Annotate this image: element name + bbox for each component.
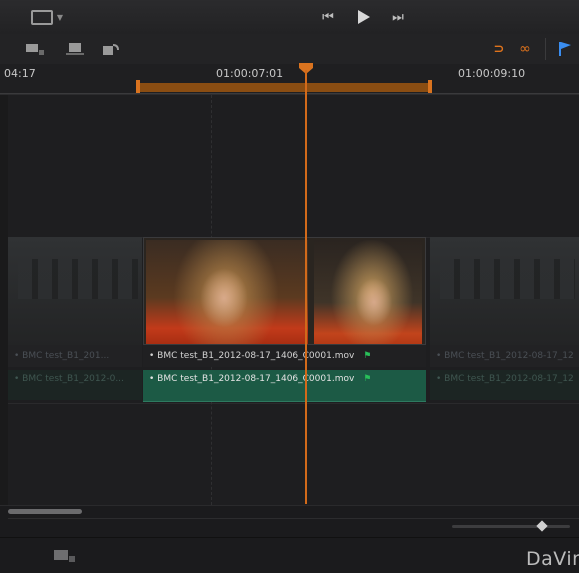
clip-dot: • — [149, 374, 158, 384]
play-button[interactable] — [352, 6, 376, 28]
snapping-toggle[interactable]: ⊃ — [490, 40, 508, 58]
left-audio-label: BMC test_B1_2012-0... — [22, 374, 124, 384]
divider — [0, 537, 579, 538]
window-grid-decor — [18, 259, 138, 299]
center-audio-label: BMC test_B1_2012-08-17_1406_C0001.mov — [157, 374, 355, 384]
view-mode-dropdown[interactable]: ▼ — [28, 8, 66, 26]
skip-back-icon: ⏮ — [322, 9, 334, 25]
right-audio-label: BMC test_B1_2012-08-17_12 — [444, 374, 574, 384]
insert-clip-button[interactable] — [24, 40, 46, 58]
left-video-label: BMC test_B1_201... — [22, 351, 110, 361]
timecode-mid: 01:00:07:01 — [216, 67, 284, 80]
link-icon: ∞ — [519, 41, 531, 57]
brand-logo-text: DaVin — [526, 548, 579, 570]
right-video-label-bar[interactable]: • BMC test_B1_2012-08-17_12 — [430, 345, 579, 367]
timecode-left: 04:17 — [4, 67, 36, 80]
clip-dot: • — [436, 374, 445, 384]
replace-clip-icon — [103, 44, 119, 55]
right-audio-clip[interactable]: • BMC test_B1_2012-08-17_12 — [430, 370, 579, 400]
insert-clip-icon — [26, 44, 44, 55]
chevron-down-icon: ▼ — [56, 12, 64, 22]
monitor-icon — [30, 9, 53, 25]
in-out-range[interactable] — [137, 83, 431, 92]
center-video-clip[interactable] — [143, 237, 426, 345]
center-video-label-bar[interactable]: • BMC test_B1_2012-08-17_1406_C0001.mov … — [143, 345, 426, 367]
left-audio-clip[interactable]: • BMC test_B1_2012-0... — [8, 370, 142, 400]
zoom-slider-thumb[interactable] — [536, 520, 548, 532]
timecode-ruler[interactable]: 04:17 01:00:07:01 01:00:09:10 — [0, 64, 579, 95]
media-pool-icon — [54, 550, 75, 562]
horizontal-scrollbar-thumb[interactable] — [8, 509, 82, 514]
zoom-slider-track[interactable] — [452, 525, 570, 528]
clip-thumbnail-left — [146, 240, 308, 344]
media-pool-button[interactable] — [52, 546, 78, 566]
linked-selection-toggle[interactable]: ∞ — [516, 40, 534, 58]
playhead-line[interactable] — [305, 70, 307, 504]
clip-dot: • — [14, 374, 23, 384]
out-point-marker[interactable] — [428, 80, 432, 93]
left-video-clip[interactable] — [8, 237, 142, 345]
magnet-icon: ⊃ — [493, 41, 505, 57]
left-video-label-bar[interactable]: • BMC test_B1_201... — [8, 345, 142, 367]
clip-dot: • — [436, 351, 445, 361]
track-divider — [8, 403, 579, 404]
window-grid-decor — [440, 259, 575, 299]
clip-dot: • — [149, 351, 158, 361]
right-video-clip[interactable] — [430, 237, 579, 345]
skip-forward-icon: ⏭ — [392, 9, 404, 25]
flag-icon: ⚑ — [363, 351, 372, 361]
replace-clip-button[interactable] — [100, 40, 122, 58]
clip-dot: • — [14, 351, 23, 361]
flag-button[interactable] — [556, 40, 574, 58]
skip-forward-button[interactable]: ⏭ — [386, 8, 410, 26]
flag-icon: ⚑ — [363, 374, 372, 384]
overwrite-clip-button[interactable] — [64, 40, 86, 58]
in-point-marker[interactable] — [136, 80, 140, 93]
overwrite-clip-icon — [66, 43, 84, 55]
toolbar-divider — [545, 38, 546, 60]
ruler-baseline — [0, 93, 579, 94]
divider — [8, 518, 579, 519]
edit-toolbar: ⊃ ∞ — [0, 34, 579, 65]
timecode-right: 01:00:09:10 — [458, 67, 526, 80]
center-audio-clip[interactable]: • BMC test_B1_2012-08-17_1406_C0001.mov … — [143, 370, 426, 402]
flag-icon — [559, 42, 571, 56]
right-video-label: BMC test_B1_2012-08-17_12 — [444, 351, 574, 361]
center-video-label: BMC test_B1_2012-08-17_1406_C0001.mov — [157, 351, 355, 361]
clip-thumbnail-right — [314, 240, 422, 344]
transport-bar: ▼ ⏮ ⏭ — [0, 0, 579, 35]
skip-back-button[interactable]: ⏮ — [316, 8, 340, 26]
bottom-bar: DaVin — [0, 505, 579, 573]
play-icon — [358, 10, 370, 24]
